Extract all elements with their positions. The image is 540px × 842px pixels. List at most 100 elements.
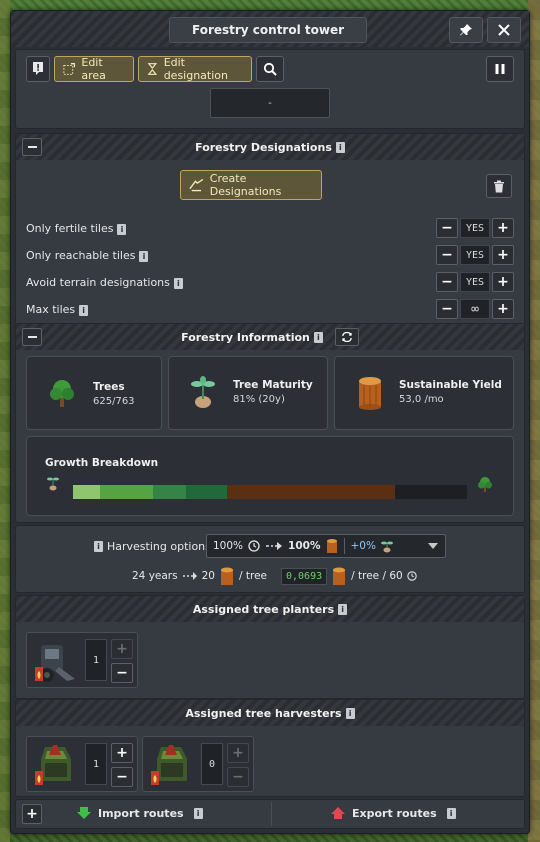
avoid-terrain-stepper: − YES + bbox=[436, 272, 514, 292]
maturity-card: Tree Maturity 81% (20y) bbox=[168, 356, 328, 430]
planters-title: Assigned tree planters bbox=[192, 602, 335, 616]
import-routes-button[interactable]: Import routes i bbox=[76, 806, 203, 820]
increase-button[interactable]: + bbox=[492, 245, 514, 265]
tower-name-field[interactable]: - bbox=[210, 88, 330, 118]
per-tree-text: / tree bbox=[238, 570, 267, 582]
harvester-count: 1 bbox=[85, 743, 107, 785]
edit-area-button[interactable]: Edit area bbox=[54, 56, 134, 82]
edit-designation-button[interactable]: Edit designation bbox=[138, 56, 252, 82]
decrease-button[interactable]: − bbox=[111, 663, 133, 683]
harvesting-dropdown[interactable]: 100% 100% +0% bbox=[206, 534, 446, 558]
growth-segment bbox=[73, 485, 100, 499]
collapse-designations-button[interactable] bbox=[22, 138, 42, 156]
growth-segment bbox=[186, 485, 227, 499]
notes-icon bbox=[33, 62, 43, 75]
harvesting-label-row: i Harvesting options: bbox=[94, 540, 215, 553]
info-icon[interactable]: i bbox=[338, 603, 348, 615]
search-icon bbox=[263, 62, 277, 76]
harvesting-label: Harvesting options: bbox=[107, 540, 215, 553]
growth-bar bbox=[73, 485, 467, 499]
rate-suffix: / tree / 60 bbox=[351, 570, 403, 582]
yield-card: Sustainable Yield 53,0 /mo bbox=[334, 356, 514, 430]
info-icon[interactable]: i bbox=[335, 141, 345, 153]
planters-header: Assigned tree planters i bbox=[16, 596, 524, 622]
create-designations-button[interactable]: Create Designations bbox=[180, 170, 322, 200]
info-icon[interactable]: i bbox=[79, 305, 89, 316]
window-titlebar[interactable]: Forestry control tower bbox=[11, 11, 529, 47]
decrease-button[interactable]: − bbox=[111, 767, 133, 787]
info-icon[interactable]: i bbox=[313, 331, 323, 343]
maturity-value: 81% (20y) bbox=[233, 394, 285, 405]
pause-icon bbox=[495, 64, 505, 74]
increase-button[interactable]: + bbox=[492, 272, 514, 292]
harvest-summary-row: 24 years 20 / tree 0,0693 / tree / 60 bbox=[132, 566, 417, 586]
growth-segment bbox=[99, 485, 153, 499]
harvesting-section: i Harvesting options: 100% 100% +0% 24 y… bbox=[15, 525, 525, 593]
collapse-information-button[interactable] bbox=[22, 328, 42, 346]
export-routes-label: Export routes bbox=[352, 806, 437, 820]
delete-designations-button[interactable] bbox=[486, 174, 512, 198]
years-text: 24 years bbox=[132, 570, 178, 582]
trees-card: Trees 625/763 bbox=[26, 356, 162, 430]
export-routes-button[interactable]: Export routes i bbox=[330, 806, 456, 820]
designations-section: Forestry Designations i Create Designati… bbox=[15, 133, 525, 325]
wood-log-icon bbox=[359, 377, 381, 410]
notes-button[interactable] bbox=[26, 56, 50, 82]
wood-log-icon bbox=[327, 539, 338, 553]
info-icon[interactable]: i bbox=[345, 707, 355, 719]
close-icon bbox=[498, 24, 510, 36]
world-terrain-left bbox=[0, 0, 10, 842]
edit-area-label: Edit area bbox=[81, 56, 106, 82]
decrease-button[interactable]: − bbox=[436, 245, 458, 265]
info-icon[interactable]: i bbox=[173, 278, 183, 289]
sapling-icon bbox=[380, 541, 393, 553]
option-wood-value: 100% bbox=[288, 540, 321, 552]
designations-title: Forestry Designations bbox=[195, 140, 332, 154]
increase-button[interactable]: + bbox=[492, 218, 514, 238]
create-designations-label: Create Designations bbox=[209, 172, 282, 198]
sapling-icon bbox=[47, 477, 59, 491]
add-route-button[interactable]: + bbox=[22, 804, 42, 824]
info-icon[interactable]: i bbox=[117, 224, 127, 235]
tree-harvester-vehicle-icon bbox=[35, 745, 71, 785]
window-title: Forestry control tower bbox=[169, 17, 367, 43]
info-icon[interactable]: i bbox=[446, 807, 456, 819]
decrease-button[interactable]: − bbox=[436, 218, 458, 238]
dropdown-divider bbox=[344, 538, 346, 554]
increase-button[interactable]: + bbox=[492, 299, 514, 319]
edit-area-icon bbox=[63, 63, 76, 75]
trees-label: Trees bbox=[93, 381, 125, 393]
increase-button[interactable]: + bbox=[111, 639, 133, 659]
info-icon[interactable]: i bbox=[94, 541, 103, 552]
planter-vehicle-card[interactable]: 1 + − bbox=[26, 632, 138, 688]
increase-button[interactable]: + bbox=[111, 743, 133, 763]
search-button[interactable] bbox=[256, 56, 284, 82]
planters-section: Assigned tree planters i 1 + − bbox=[15, 595, 525, 699]
pin-icon bbox=[460, 24, 472, 36]
harvester-vehicle-card[interactable]: 0 + − bbox=[142, 736, 254, 792]
info-icon[interactable]: i bbox=[139, 251, 149, 262]
close-button[interactable] bbox=[487, 17, 521, 43]
growth-title: Growth Breakdown bbox=[45, 457, 159, 469]
increase-button[interactable]: + bbox=[227, 743, 249, 763]
harvesters-header: Assigned tree harvesters i bbox=[16, 700, 524, 726]
decrease-button[interactable]: − bbox=[227, 767, 249, 787]
pin-button[interactable] bbox=[449, 17, 483, 43]
decrease-button[interactable]: − bbox=[436, 299, 458, 319]
harvester-vehicle-card[interactable]: 1 + − bbox=[26, 736, 138, 792]
footer-divider bbox=[271, 802, 272, 826]
decrease-button[interactable]: − bbox=[436, 272, 458, 292]
import-arrow-icon bbox=[77, 807, 91, 819]
yield-label: Sustainable Yield bbox=[399, 379, 502, 391]
designation-row-label: Max tiles i bbox=[26, 303, 89, 316]
harvester-count: 0 bbox=[201, 743, 223, 785]
designations-header: Forestry Designations i bbox=[16, 134, 524, 160]
growth-segment bbox=[226, 485, 396, 499]
pause-button[interactable] bbox=[486, 56, 514, 82]
yield-value: 53,0 /mo bbox=[399, 394, 444, 405]
designation-row-label: Only fertile tiles i bbox=[26, 222, 127, 235]
cycle-button[interactable] bbox=[334, 328, 359, 346]
info-icon[interactable]: i bbox=[193, 807, 203, 819]
tree-icon bbox=[478, 477, 492, 492]
wood-log-icon bbox=[220, 567, 233, 585]
